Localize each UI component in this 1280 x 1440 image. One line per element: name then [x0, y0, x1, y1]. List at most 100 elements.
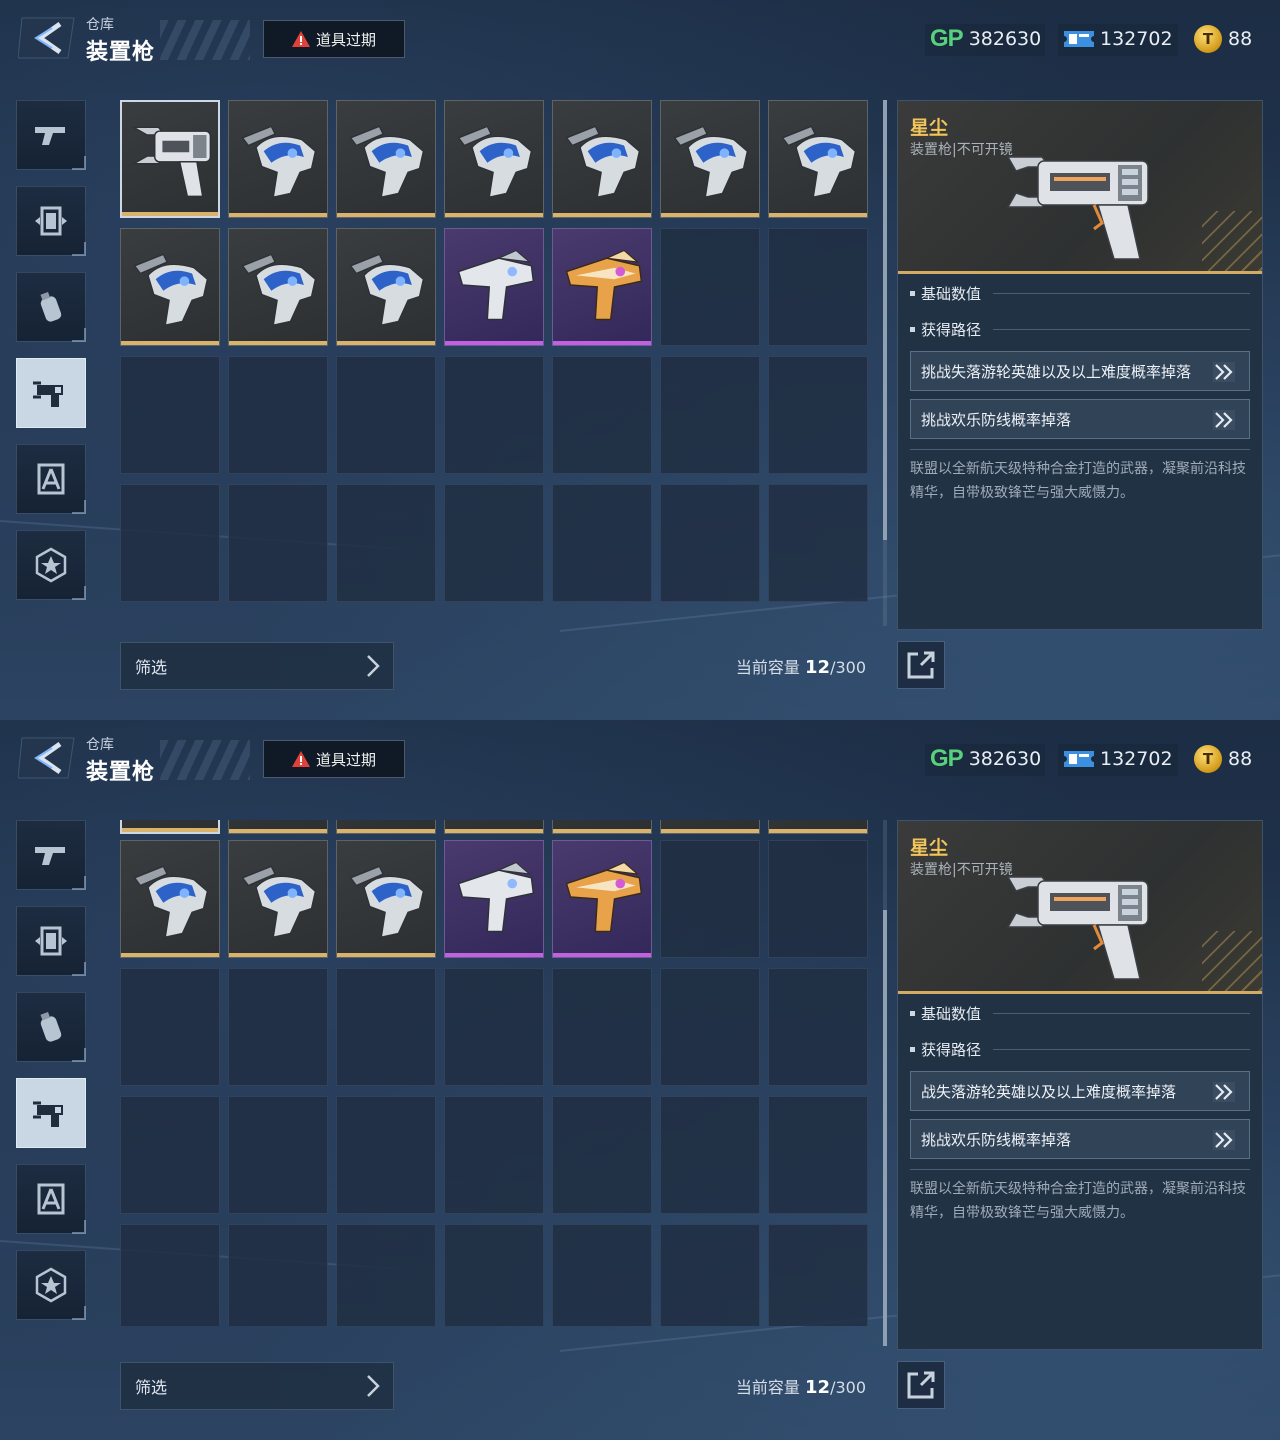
inventory-slot[interactable]	[768, 820, 868, 834]
empty-slot[interactable]	[228, 356, 328, 474]
empty-slot[interactable]	[552, 968, 652, 1086]
inventory-slot[interactable]	[336, 840, 436, 958]
empty-slot[interactable]	[120, 484, 220, 602]
grid-scrollbar[interactable]	[883, 820, 887, 1346]
empty-slot[interactable]	[660, 968, 760, 1086]
section-base-stats[interactable]: 基础数值	[910, 283, 1250, 303]
inventory-slot[interactable]	[768, 100, 868, 218]
inventory-slot[interactable]	[336, 820, 436, 834]
empty-slot[interactable]	[120, 356, 220, 474]
scroll-thumb[interactable]	[883, 100, 887, 540]
empty-slot[interactable]	[768, 228, 868, 346]
empty-slot[interactable]	[444, 356, 544, 474]
empty-slot[interactable]	[660, 1096, 760, 1214]
empty-slot[interactable]	[552, 484, 652, 602]
empty-slot[interactable]	[120, 1096, 220, 1214]
nav-card[interactable]	[16, 906, 86, 976]
empty-slot[interactable]	[336, 1096, 436, 1214]
inventory-slot[interactable]	[120, 840, 220, 958]
nav-compass[interactable]	[16, 444, 86, 514]
inventory-slot[interactable]	[660, 100, 760, 218]
empty-slot[interactable]	[768, 840, 868, 958]
nav-star-badge[interactable]	[16, 1250, 86, 1320]
export-button[interactable]	[897, 641, 945, 689]
inventory-slot[interactable]	[552, 100, 652, 218]
empty-slot[interactable]	[660, 356, 760, 474]
inventory-slot[interactable]	[552, 228, 652, 346]
nav-grenade[interactable]	[16, 992, 86, 1062]
empty-slot[interactable]	[228, 1096, 328, 1214]
inventory-slot[interactable]	[336, 228, 436, 346]
source-path-button-1[interactable]: 战失落游轮英雄以及以上难度概率掉落	[910, 1071, 1250, 1111]
inventory-slot[interactable]	[228, 840, 328, 958]
page-title: 装置枪	[86, 760, 156, 785]
empty-slot[interactable]	[768, 356, 868, 474]
back-button[interactable]	[17, 14, 78, 62]
inventory-slot[interactable]	[444, 228, 544, 346]
filter-button[interactable]: 筛选	[120, 642, 394, 690]
inventory-slot[interactable]	[444, 100, 544, 218]
nav-card[interactable]	[16, 186, 86, 256]
section-source-label: 获得路径	[921, 1040, 982, 1059]
inventory-slot[interactable]	[120, 228, 220, 346]
inventory-slot[interactable]	[336, 100, 436, 218]
empty-slot[interactable]	[336, 1224, 436, 1326]
empty-slot[interactable]	[768, 1224, 868, 1326]
nav-compass[interactable]	[16, 1164, 86, 1234]
empty-slot[interactable]	[444, 968, 544, 1086]
double-chevron-icon	[1213, 410, 1235, 430]
nav-grenade[interactable]	[16, 272, 86, 342]
nav-device-gun[interactable]	[16, 1078, 86, 1148]
empty-slot[interactable]	[660, 840, 760, 958]
source-path-button-2[interactable]: 挑战欢乐防线概率掉落	[910, 399, 1250, 439]
nav-star-badge[interactable]	[16, 530, 86, 600]
rarity-bar	[445, 341, 543, 345]
nav-pistol[interactable]	[16, 100, 86, 170]
item-expired-button[interactable]: 道具过期	[263, 20, 405, 58]
empty-slot[interactable]	[768, 968, 868, 1086]
nav-device-gun[interactable]	[16, 358, 86, 428]
star-badge-icon	[35, 547, 67, 583]
empty-slot[interactable]	[120, 1224, 220, 1326]
inventory-slot[interactable]	[444, 840, 544, 958]
empty-slot[interactable]	[768, 484, 868, 602]
empty-slot[interactable]	[336, 356, 436, 474]
empty-slot[interactable]	[444, 1224, 544, 1326]
empty-slot[interactable]	[228, 1224, 328, 1326]
empty-slot[interactable]	[660, 484, 760, 602]
empty-slot[interactable]	[552, 1096, 652, 1214]
empty-slot[interactable]	[660, 228, 760, 346]
empty-slot[interactable]	[120, 968, 220, 1086]
empty-slot[interactable]	[228, 968, 328, 1086]
inventory-slot[interactable]	[120, 100, 220, 218]
empty-slot[interactable]	[660, 1224, 760, 1326]
gp-icon: GP	[930, 25, 964, 52]
empty-slot[interactable]	[336, 968, 436, 1086]
inventory-slot[interactable]	[120, 820, 220, 834]
inventory-slot[interactable]	[228, 228, 328, 346]
export-button[interactable]	[897, 1361, 945, 1409]
filter-button[interactable]: 筛选	[120, 1362, 394, 1410]
scroll-thumb[interactable]	[883, 910, 887, 1346]
inventory-slot[interactable]	[552, 820, 652, 834]
empty-slot[interactable]	[444, 1096, 544, 1214]
grid-scrollbar[interactable]	[883, 100, 887, 626]
empty-slot[interactable]	[552, 1224, 652, 1326]
inventory-slot[interactable]	[660, 820, 760, 834]
empty-slot[interactable]	[444, 484, 544, 602]
source-path-button-2[interactable]: 挑战欢乐防线概率掉落	[910, 1119, 1250, 1159]
item-expired-button[interactable]: 道具过期	[263, 740, 405, 778]
back-button[interactable]	[17, 734, 78, 782]
inventory-slot[interactable]	[444, 820, 544, 834]
empty-slot[interactable]	[228, 484, 328, 602]
empty-slot[interactable]	[768, 1096, 868, 1214]
source-path-button-1[interactable]: 挑战失落游轮英雄以及以上难度概率掉落	[910, 351, 1250, 391]
inventory-slot[interactable]	[228, 820, 328, 834]
section-base-stats[interactable]: 基础数值	[910, 1003, 1250, 1023]
inventory-slot[interactable]	[552, 840, 652, 958]
empty-slot[interactable]	[552, 356, 652, 474]
empty-slot[interactable]	[336, 484, 436, 602]
section-source: 获得路径	[910, 1039, 1250, 1059]
inventory-slot[interactable]	[228, 100, 328, 218]
nav-pistol[interactable]	[16, 820, 86, 890]
